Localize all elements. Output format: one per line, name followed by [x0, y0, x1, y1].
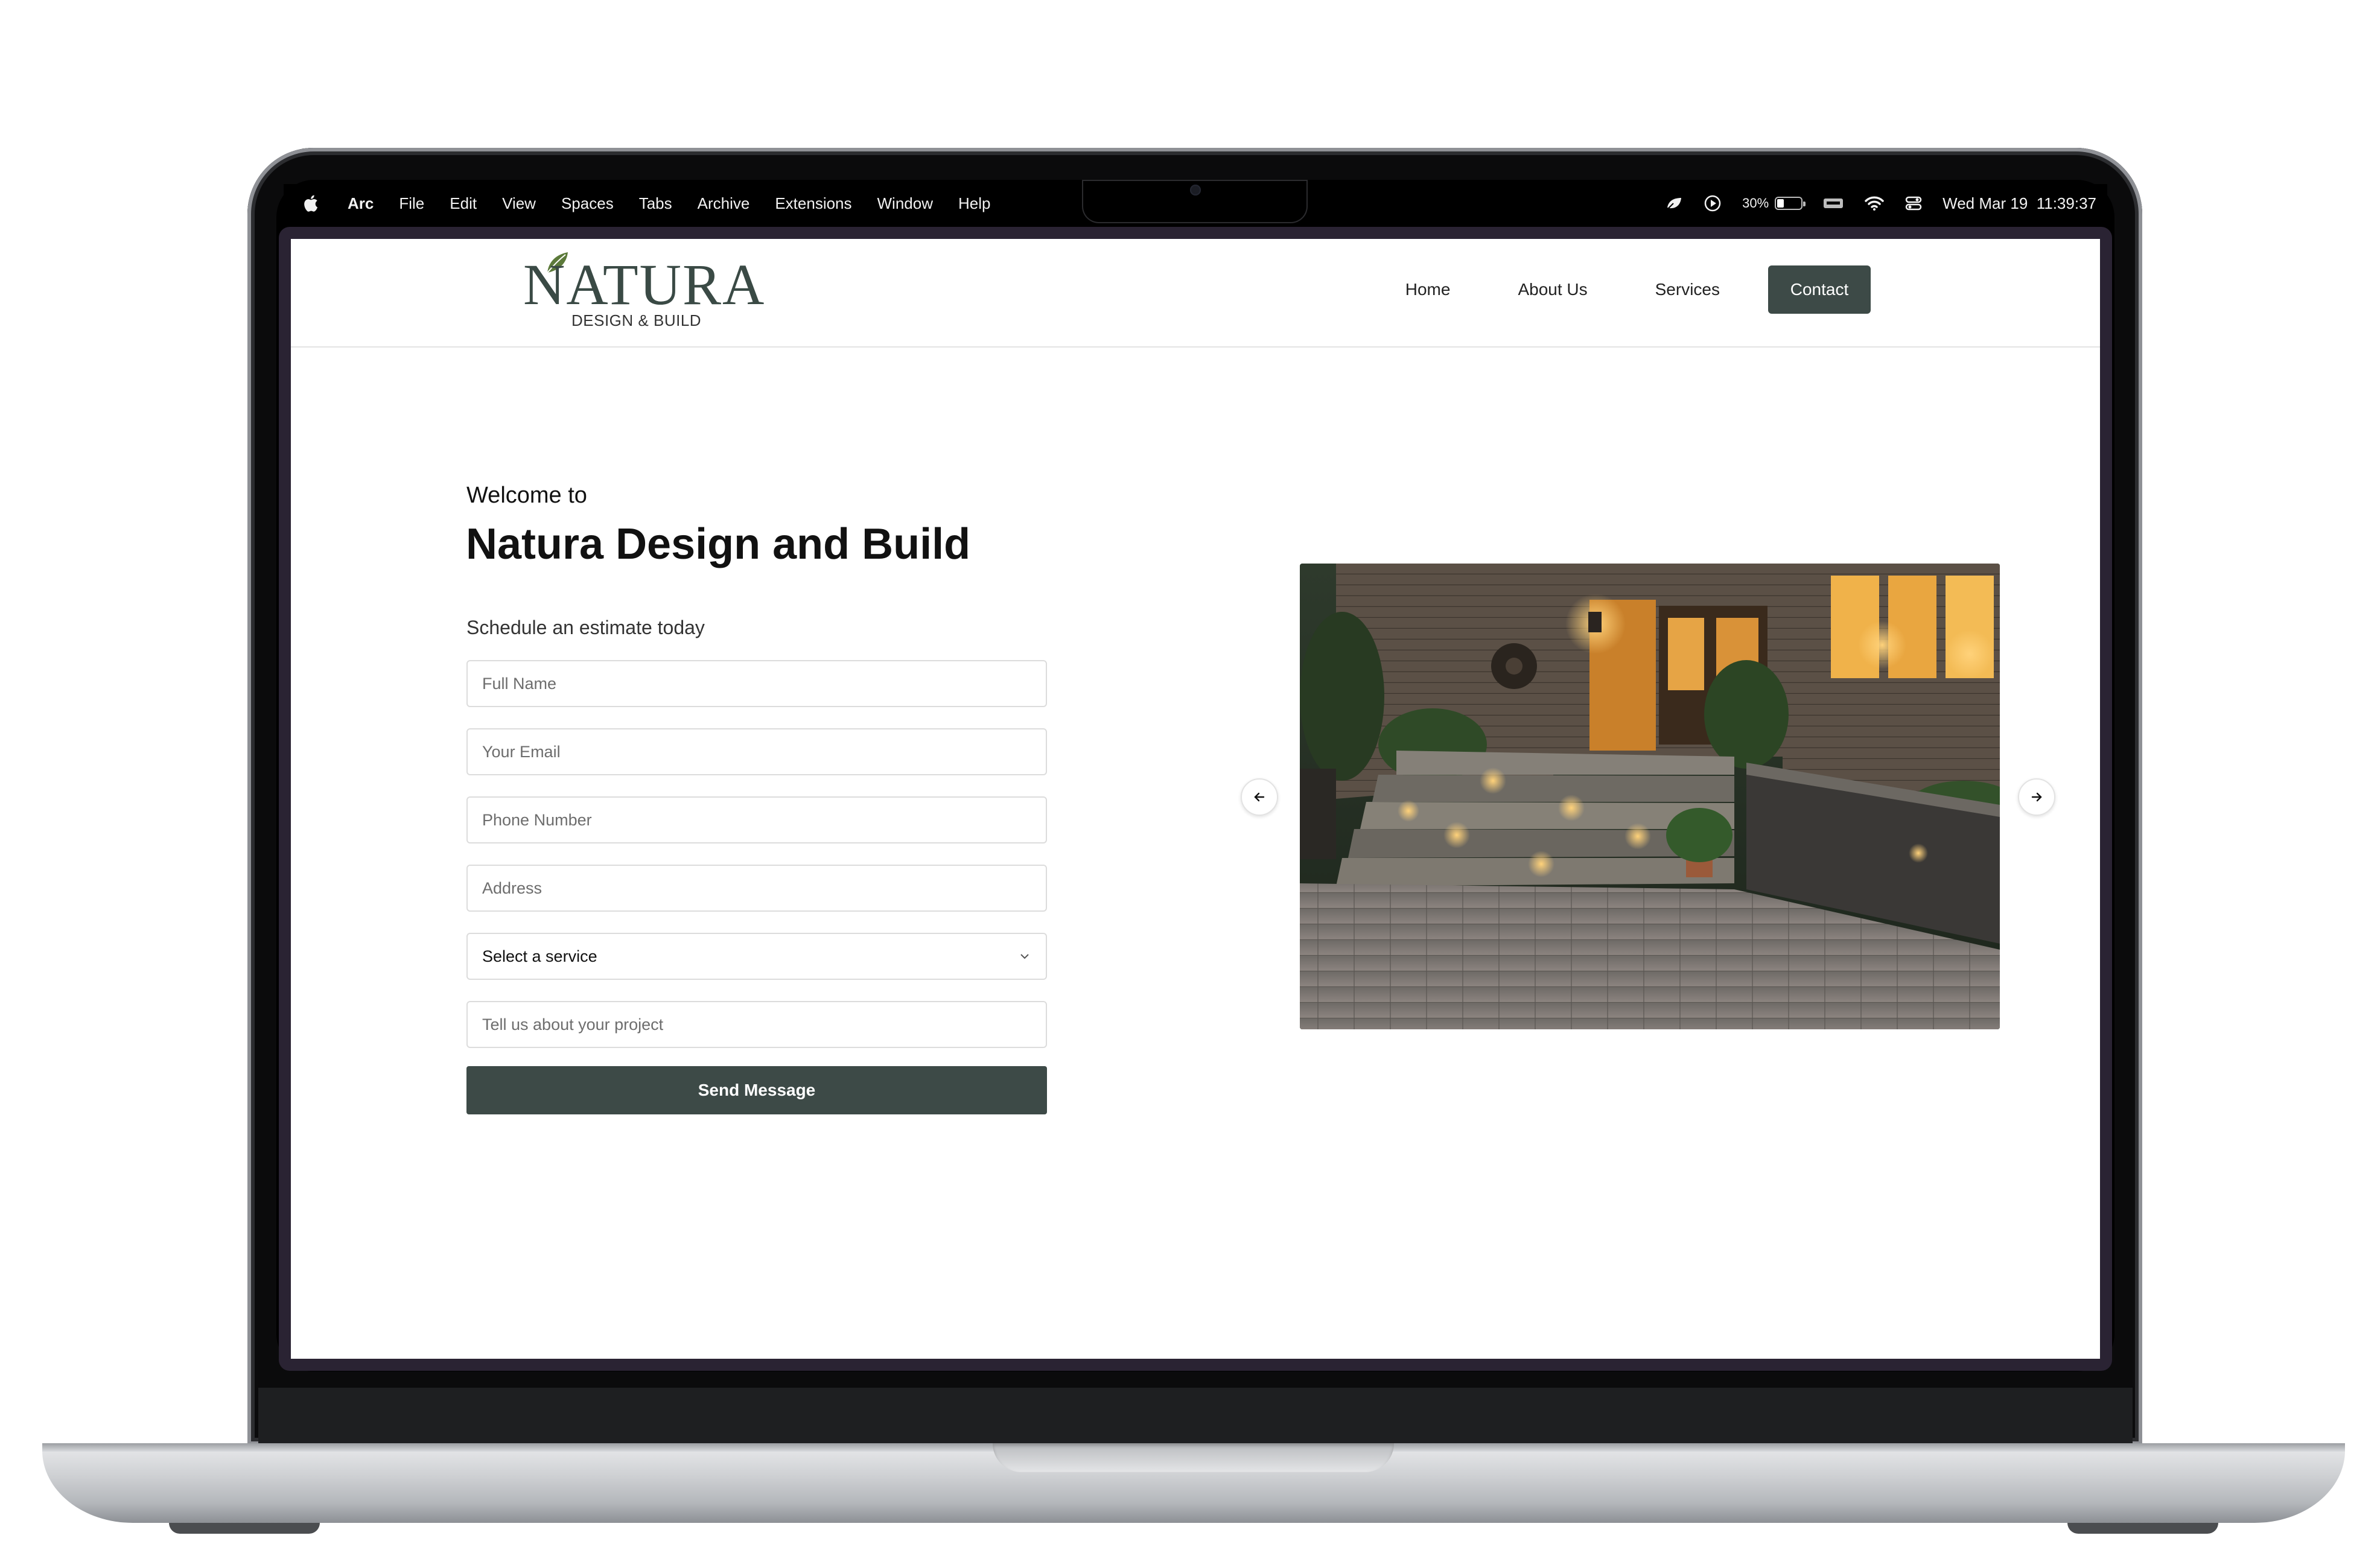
nav-contact-button[interactable]: Contact [1768, 265, 1871, 314]
menu-help[interactable]: Help [958, 194, 990, 213]
control-center-icon[interactable] [1905, 195, 1922, 211]
send-message-button[interactable]: Send Message [466, 1066, 1047, 1114]
laptop-opening-groove [993, 1443, 1394, 1472]
leaf-icon[interactable] [1665, 195, 1683, 211]
nav-home[interactable]: Home [1405, 280, 1451, 299]
battery-status[interactable]: 30% [1742, 195, 1806, 211]
site-logo[interactable]: NATURA DESIGN & BUILD [523, 252, 766, 334]
carousel-next-button[interactable] [2018, 778, 2055, 816]
nav-about-us[interactable]: About Us [1518, 280, 1587, 299]
service-select[interactable]: Select a service [466, 933, 1047, 980]
apple-icon[interactable] [302, 194, 319, 213]
menu-file[interactable]: File [399, 194, 424, 213]
site-header: NATURA DESIGN & BUILD Home About Us Serv… [291, 239, 2100, 348]
camera-icon [1190, 185, 1201, 195]
main-nav: Home About Us Services Contact [1338, 265, 1871, 314]
arrow-left-icon [1254, 792, 1265, 802]
address-field[interactable]: Address [466, 865, 1047, 912]
menu-bar-status-area: 30% Wed Mar 19 11:39:37 [1644, 184, 2096, 223]
patio-photo-illustration [1300, 564, 2000, 1029]
play-circle-icon[interactable] [1704, 194, 1722, 212]
project-description-field[interactable]: Tell us about your project [466, 1001, 1047, 1048]
browser-viewport: NATURA DESIGN & BUILD Home About Us Serv… [291, 239, 2100, 1359]
laptop-foot-left [169, 1523, 320, 1534]
nav-services[interactable]: Services [1655, 280, 1720, 299]
email-field[interactable]: Your Email [466, 728, 1047, 775]
full-name-field[interactable]: Full Name [466, 660, 1047, 707]
laptop-chin [258, 1388, 2133, 1448]
laptop-foot-right [2067, 1523, 2218, 1534]
menu-edit[interactable]: Edit [450, 194, 477, 213]
menu-spaces[interactable]: Spaces [561, 194, 614, 213]
logo-wordmark: NATURA [523, 252, 766, 317]
service-select-value: Select a service [482, 947, 597, 965]
battery-level [1777, 199, 1784, 208]
battery-icon [1775, 197, 1806, 210]
phone-field[interactable]: Phone Number [466, 796, 1047, 843]
welcome-text: Welcome to [466, 483, 587, 508]
menu-window[interactable]: Window [877, 194, 933, 213]
menu-archive[interactable]: Archive [698, 194, 750, 213]
menu-extensions[interactable]: Extensions [775, 194, 851, 213]
wifi-icon[interactable] [1864, 195, 1885, 211]
menu-tabs[interactable]: Tabs [639, 194, 672, 213]
carousel-image [1300, 564, 2000, 1029]
keyboard-icon[interactable] [1823, 197, 1844, 210]
menu-app-name[interactable]: Arc [348, 194, 374, 213]
arrow-right-icon [2031, 792, 2042, 802]
menu-view[interactable]: View [502, 194, 536, 213]
chevron-down-icon [1020, 954, 1029, 959]
logo-tagline: DESIGN & BUILD [571, 311, 702, 329]
page-title: Natura Design and Build [466, 520, 971, 568]
battery-percent: 30% [1742, 195, 1769, 211]
menu-bar-clock[interactable]: Wed Mar 19 11:39:37 [1942, 194, 2096, 213]
form-subheading: Schedule an estimate today [466, 617, 705, 638]
carousel-prev-button[interactable] [1241, 778, 1278, 816]
